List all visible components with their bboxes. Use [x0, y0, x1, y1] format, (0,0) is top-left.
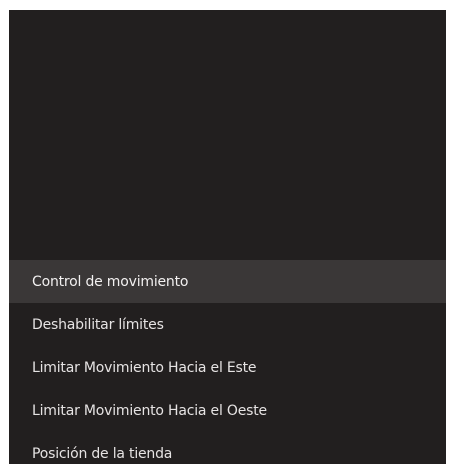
menu-item-limitar-movimiento-oeste[interactable]: Limitar Movimiento Hacia el Oeste	[9, 389, 446, 432]
menu-item-label: Limitar Movimiento Hacia el Oeste	[32, 402, 267, 419]
menu-item-deshabilitar-limites[interactable]: Deshabilitar límites	[9, 303, 446, 346]
menu-item-label: Control de movimiento	[32, 273, 189, 290]
menu-item-label: Posición de la tienda	[32, 445, 173, 462]
menu-item-control-de-movimiento[interactable]: Control de movimiento	[9, 260, 446, 303]
menu-item-limitar-movimiento-este[interactable]: Limitar Movimiento Hacia el Este	[9, 346, 446, 389]
menu-item-label: Limitar Movimiento Hacia el Este	[32, 359, 257, 376]
menu-item-posicion-de-la-tienda[interactable]: Posición de la tienda	[9, 432, 446, 464]
settings-panel: Control de movimiento Deshabilitar límit…	[9, 10, 446, 464]
settings-menu: Control de movimiento Deshabilitar límit…	[9, 260, 446, 464]
menu-item-label: Deshabilitar límites	[32, 316, 164, 333]
